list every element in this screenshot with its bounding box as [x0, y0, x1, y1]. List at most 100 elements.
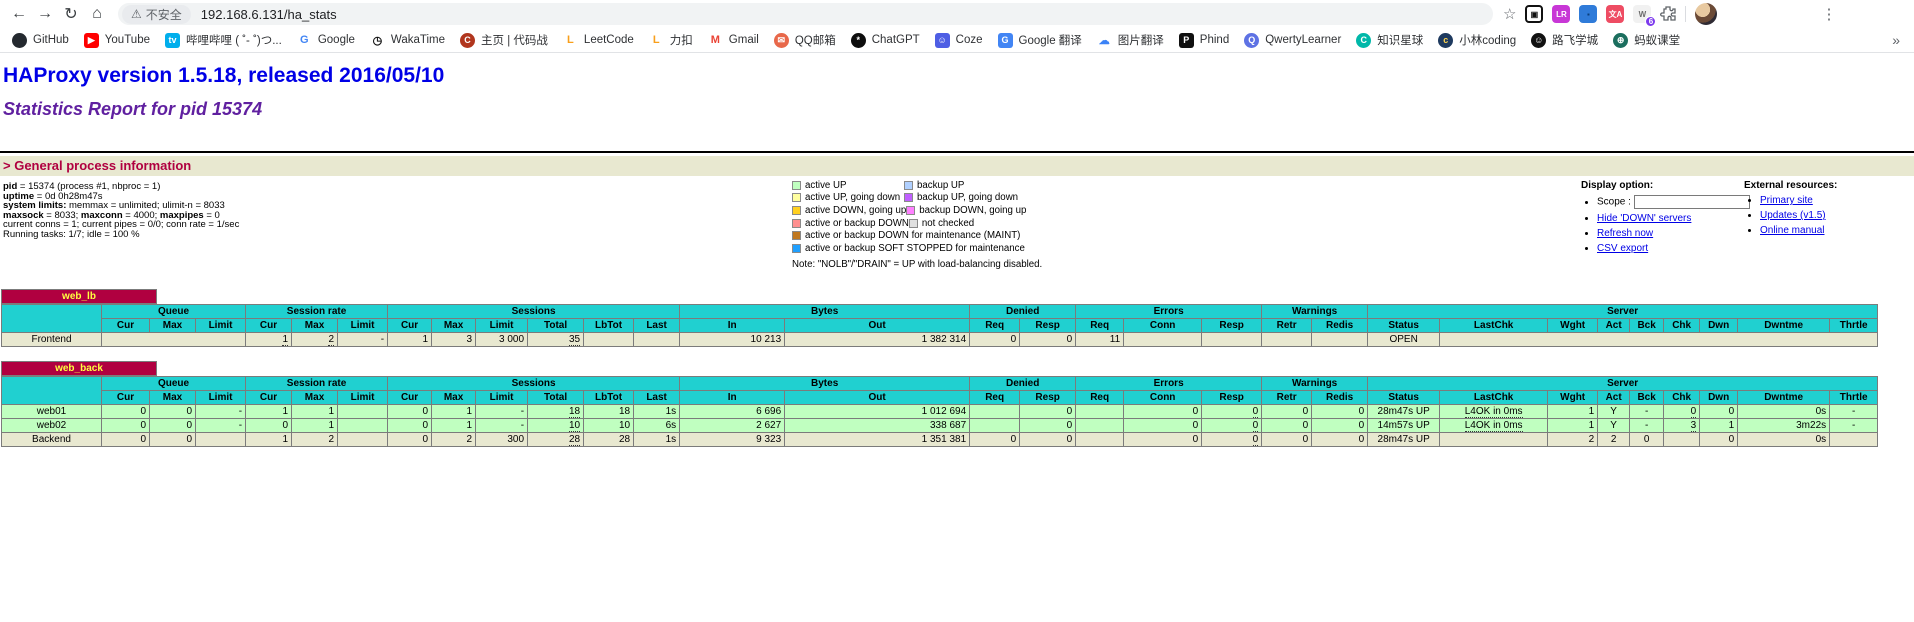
- youtube-favicon-icon: ▶: [84, 33, 99, 48]
- w-extension-icon[interactable]: W6: [1633, 5, 1651, 23]
- stat-cell: [1440, 333, 1878, 347]
- reload-icon[interactable]: ↻: [58, 2, 84, 26]
- scope-input[interactable]: [1634, 195, 1750, 209]
- stats-section-web_back: web_backQueueSession rateSessionsBytesDe…: [1, 361, 1914, 447]
- address-bar[interactable]: ⚠ 不安全 192.168.6.131/ha_stats: [118, 3, 1493, 25]
- stat-cell: [338, 419, 388, 433]
- column-header: LbTot: [584, 319, 634, 333]
- bookmark-label: 哔哩哔哩 ( ˚- ˚)つ...: [186, 32, 282, 48]
- stat-cell: 0: [1202, 405, 1262, 419]
- security-chip[interactable]: ⚠ 不安全: [122, 5, 191, 24]
- column-header: LastChk: [1440, 319, 1548, 333]
- column-header: Limit: [338, 319, 388, 333]
- column-header: Last: [634, 319, 680, 333]
- gmail-favicon-icon: M: [708, 33, 723, 48]
- bookmark-google-translate[interactable]: GGoogle 翻译: [998, 32, 1082, 48]
- stat-cell: [196, 433, 246, 447]
- haproxy-version-link[interactable]: HAProxy version 1.5.18, released 2016/05…: [3, 64, 444, 87]
- bookmark-image-translate[interactable]: ☁图片翻译: [1097, 32, 1164, 48]
- notes-extension-icon[interactable]: ▪: [1579, 5, 1597, 23]
- bookmark-xiaolin-coding[interactable]: c小林coding: [1438, 32, 1516, 48]
- stat-cell: -: [476, 405, 528, 419]
- column-header: Thrtle: [1830, 319, 1878, 333]
- profile-avatar[interactable]: [1695, 3, 1717, 25]
- column-header: Chk: [1664, 391, 1700, 405]
- bookmark-codewars[interactable]: C 主页 | 代码战: [460, 32, 548, 48]
- stat-cell: [1664, 433, 1700, 447]
- bookmark-label: QwertyLearner: [1265, 34, 1341, 46]
- column-header: Conn: [1124, 319, 1202, 333]
- stat-cell: 1: [1548, 405, 1598, 419]
- stat-cell: 0: [1312, 405, 1368, 419]
- proxy-name-web_lb[interactable]: web_lb: [2, 290, 157, 304]
- bookmarks-bar: GitHub ▶YouTube tv哔哩哔哩 ( ˚- ˚)つ... GGoogle ◷…: [0, 28, 1914, 53]
- bookmark-wakatime[interactable]: ◷WakaTime: [370, 33, 445, 48]
- bookmark-youtube[interactable]: ▶YouTube: [84, 33, 150, 48]
- stats-section-web_lb: web_lbQueueSession rateSessionsBytesDeni…: [1, 289, 1914, 347]
- stat-cell: -: [196, 419, 246, 433]
- bookmark-bilibili[interactable]: tv哔哩哔哩 ( ˚- ˚)つ...: [165, 32, 282, 48]
- legend-swatch: [792, 181, 801, 190]
- stat-cell: 2: [292, 433, 338, 447]
- bookmark-qwerty-learner[interactable]: QQwertyLearner: [1244, 33, 1341, 48]
- table-row-web02: web0200-0101-10106s2 627338 6870000014m5…: [2, 419, 1878, 433]
- external-resource-link[interactable]: Online manual: [1760, 225, 1824, 236]
- column-header: Dwntme: [1738, 319, 1830, 333]
- bookmark-phind[interactable]: PPhind: [1179, 33, 1229, 48]
- proxy-name-web_back[interactable]: web_back: [2, 362, 157, 376]
- bookmark-qq-mail[interactable]: ✉QQ邮箱: [774, 32, 836, 48]
- toolbar-divider: [1685, 6, 1686, 22]
- xiaolin-coding-favicon-icon: c: [1438, 33, 1453, 48]
- translate-extension-icon[interactable]: 文A: [1606, 5, 1624, 23]
- stat-cell: OPEN: [1368, 333, 1440, 347]
- codewars-favicon-icon: C: [460, 33, 475, 48]
- bookmark-label: 主页 | 代码战: [481, 32, 548, 48]
- bookmark-gmail[interactable]: MGmail: [708, 33, 759, 48]
- stat-cell: -: [1830, 405, 1878, 419]
- stat-cell: 3 000: [476, 333, 528, 347]
- display-options-title: Display option:: [1581, 180, 1750, 191]
- bookmark-mayi-ketang[interactable]: ⊕蚂蚁课堂: [1613, 32, 1680, 48]
- extensions-puzzle-icon[interactable]: [1660, 6, 1676, 22]
- bookmark-github[interactable]: GitHub: [12, 33, 69, 48]
- display-option-link[interactable]: CSV export: [1597, 243, 1648, 254]
- bookmark-coze[interactable]: ☺Coze: [935, 33, 983, 48]
- column-header: Dwn: [1700, 319, 1738, 333]
- mayi-ketang-favicon-icon: ⊕: [1613, 33, 1628, 48]
- column-header: Retr: [1262, 319, 1312, 333]
- stat-cell: L4OK in 0ms: [1440, 405, 1548, 419]
- forward-icon[interactable]: →: [32, 2, 58, 26]
- stat-cell: 35: [528, 333, 584, 347]
- stat-cell: 14m57s UP: [1368, 419, 1440, 433]
- bookmark-lufei-xuecheng[interactable]: ☺路飞学城: [1531, 32, 1598, 48]
- home-icon[interactable]: ⌂: [84, 2, 110, 26]
- external-resource-link[interactable]: Primary site: [1760, 195, 1813, 206]
- bookmark-chatgpt[interactable]: *ChatGPT: [851, 33, 920, 48]
- column-header: Limit: [476, 319, 528, 333]
- stat-cell: Y: [1598, 405, 1630, 419]
- back-icon[interactable]: ←: [6, 2, 32, 26]
- stats-table-web_lb: QueueSession rateSessionsBytesDeniedErro…: [1, 304, 1878, 347]
- display-option-link[interactable]: Hide 'DOWN' servers: [1597, 213, 1691, 224]
- lr-extension-icon[interactable]: LR: [1552, 5, 1570, 23]
- bookmarks-overflow-chevron[interactable]: »: [1882, 28, 1914, 52]
- bookmark-zhishixingqiu[interactable]: C知识星球: [1356, 32, 1423, 48]
- bookmark-label: QQ邮箱: [795, 32, 836, 48]
- leetcode-favicon-icon: L: [563, 33, 578, 48]
- column-header: Max: [150, 319, 196, 333]
- display-option-link[interactable]: Refresh now: [1597, 228, 1653, 239]
- column-header: Cur: [246, 319, 292, 333]
- bookmark-star-icon[interactable]: ☆: [1503, 5, 1516, 23]
- screenshot-extension-icon[interactable]: ▣: [1525, 5, 1543, 23]
- menu-icon[interactable]: ⋮: [1821, 5, 1836, 23]
- report-subtitle: Statistics Report for pid 15374: [3, 99, 1914, 120]
- stat-cell: Y: [1598, 419, 1630, 433]
- bookmark-likou[interactable]: L力扣: [649, 32, 693, 48]
- stats-tables: web_lbQueueSession rateSessionsBytesDeni…: [0, 289, 1914, 447]
- stat-cell: 0: [1262, 419, 1312, 433]
- bookmark-leetcode[interactable]: LLeetCode: [563, 33, 634, 48]
- google-translate-favicon-icon: G: [998, 33, 1013, 48]
- bookmark-google[interactable]: GGoogle: [297, 33, 355, 48]
- column-group-server: Server: [1368, 305, 1878, 319]
- external-resource-link[interactable]: Updates (v1.5): [1760, 210, 1826, 221]
